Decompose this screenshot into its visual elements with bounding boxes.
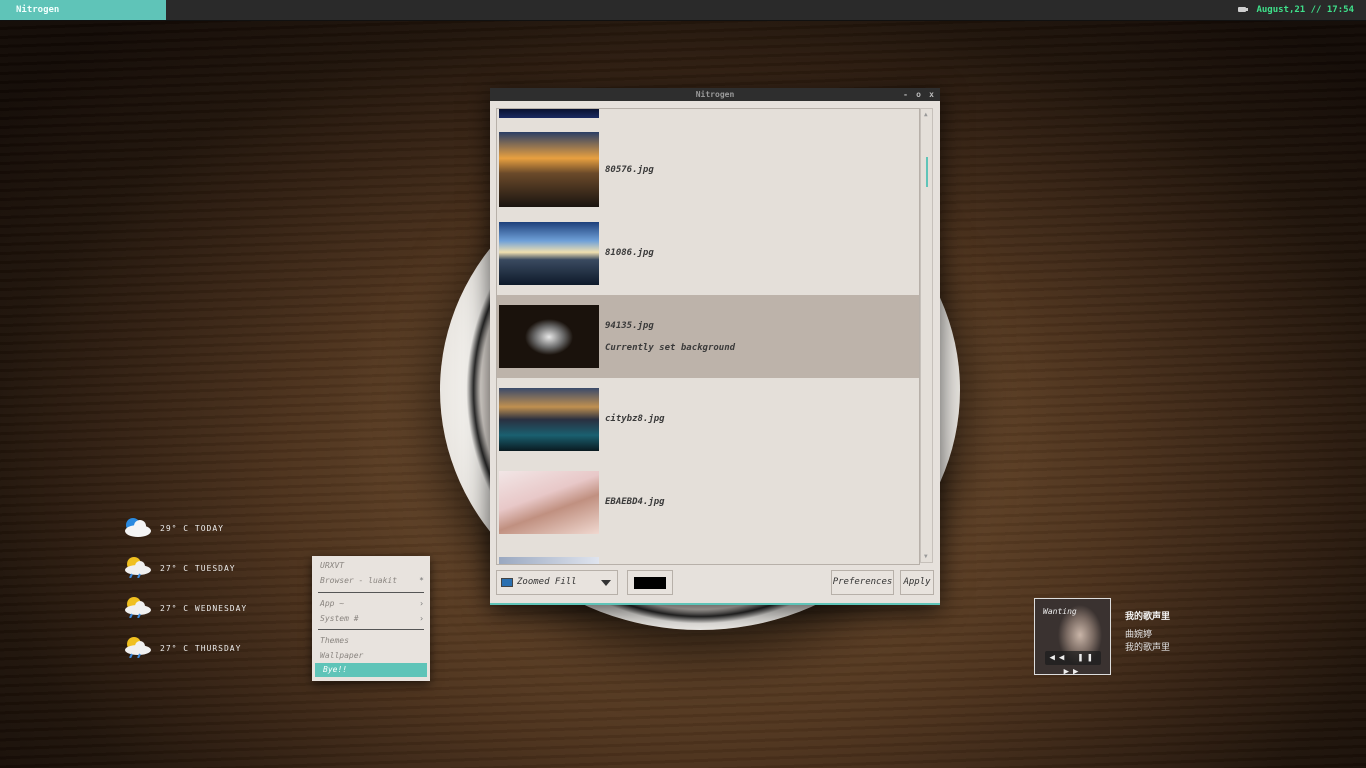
scroll-up-arrow-icon[interactable]: ▲ (924, 111, 928, 118)
window-title: Nitrogen (695, 90, 735, 99)
menu-item-browser[interactable]: Browser - luakit * (312, 574, 430, 588)
menu-item-marker: * (419, 576, 424, 585)
file-name: EBAEBD4.jpg (605, 497, 665, 507)
track-title: 我的歌声里 (1125, 612, 1171, 622)
battery-icon (1238, 7, 1248, 12)
menu-separator (318, 629, 424, 630)
wallpaper-thumbnail (499, 557, 599, 564)
window-accent-border (490, 603, 940, 605)
maximize-button[interactable]: o (916, 88, 921, 101)
cloud-sun-icon (125, 518, 151, 537)
list-item-partial[interactable] (497, 557, 919, 564)
wallpaper-thumbnail (499, 305, 599, 368)
album-cover-text: Wanting (1043, 607, 1077, 616)
close-button[interactable]: x (929, 88, 934, 101)
nitrogen-window: Nitrogen - o x 80576.jpg 81086.jpg 94135… (490, 88, 940, 605)
playback-controls[interactable]: ◀◀ ❚❚ ▶▶ (1045, 651, 1101, 677)
menu-separator (318, 592, 424, 593)
list-item[interactable]: 81086.jpg (497, 212, 919, 295)
weather-label: 27° C THURSDAY (160, 644, 242, 653)
list-item-selected[interactable]: 94135.jpg Currently set background (497, 295, 919, 378)
zoom-mode-value: Zoomed Fill (517, 577, 577, 587)
menu-item-label: App ~ (320, 599, 345, 608)
weather-tuesday: 27° C TUESDAY (122, 554, 282, 584)
file-name: 80576.jpg (605, 165, 654, 175)
current-background-note: Currently set background (605, 343, 736, 353)
list-item[interactable]: citybz8.jpg (497, 378, 919, 461)
track-album: 我的歌声里 (1125, 643, 1171, 653)
clock: August,21 // 17:54 (1256, 5, 1354, 15)
weather-label: 27° C WEDNESDAY (160, 604, 248, 613)
menu-item-label: System # (320, 614, 359, 623)
album-cover: Wanting ◀◀ ❚❚ ▶▶ (1034, 598, 1111, 677)
list-scrollbar[interactable]: ▲ ▼ (920, 108, 933, 563)
root-menu: URXVT Browser - luakit * App ~ › System … (312, 556, 430, 681)
file-name: citybz8.jpg (605, 414, 665, 424)
weather-wednesday: 27° C WEDNESDAY (122, 594, 282, 624)
scroll-down-arrow-icon[interactable]: ▼ (924, 553, 928, 560)
image-mode-icon (501, 578, 513, 587)
file-name: 94135.jpg (605, 321, 654, 331)
menu-item-themes[interactable]: Themes (312, 634, 430, 648)
background-color-button[interactable] (627, 570, 673, 595)
menu-item-system[interactable]: System # › (312, 612, 430, 626)
sun-cloud-rain-icon (125, 597, 151, 618)
menu-item-bye[interactable]: Bye!! (315, 663, 427, 677)
menu-item-app[interactable]: App ~ › (312, 597, 430, 611)
sun-cloud-rain-icon (125, 637, 151, 658)
menu-item-wallpaper[interactable]: Wallpaper (312, 649, 430, 663)
apply-button[interactable]: Apply (900, 570, 934, 595)
wallpaper-thumbnail (499, 132, 599, 207)
wallpaper-thumbnail (499, 222, 599, 285)
menu-item-label: Themes (320, 636, 349, 645)
wallpaper-thumbnail (499, 471, 599, 534)
file-name: 81086.jpg (605, 248, 654, 258)
window-titlebar[interactable]: Nitrogen - o x (490, 88, 940, 101)
wallpaper-thumbnail (499, 109, 599, 118)
active-window-tag[interactable]: Nitrogen (0, 0, 166, 20)
weather-today: 29° C TODAY (122, 514, 282, 544)
submenu-arrow-icon: › (419, 614, 424, 623)
color-swatch (634, 577, 666, 589)
menu-item-label: URXVT (320, 561, 345, 570)
list-item[interactable]: EBAEBD4.jpg (497, 461, 919, 544)
window-controls-bar: Zoomed Fill Preferences Apply (490, 566, 940, 603)
menu-item-label: Wallpaper (320, 651, 364, 660)
preferences-button[interactable]: Preferences (831, 570, 894, 595)
list-item-partial[interactable] (497, 109, 919, 121)
list-item[interactable]: 80576.jpg (497, 129, 919, 212)
zoom-mode-select[interactable]: Zoomed Fill (496, 570, 618, 595)
menu-item-label: Bye!! (323, 665, 348, 674)
scrollbar-thumb[interactable] (926, 157, 928, 187)
wallpaper-list[interactable]: 80576.jpg 81086.jpg 94135.jpg Currently … (496, 108, 920, 565)
minimize-button[interactable]: - (903, 88, 908, 101)
submenu-arrow-icon: › (419, 599, 424, 608)
menu-item-urxvt[interactable]: URXVT (312, 559, 430, 573)
wallpaper-thumbnail (499, 388, 599, 451)
track-artist: 曲婉婷 (1125, 630, 1153, 640)
top-panel: Nitrogen August,21 // 17:54 (0, 0, 1366, 21)
weather-thursday: 27° C THURSDAY (122, 634, 282, 664)
weather-label: 27° C TUESDAY (160, 564, 236, 573)
menu-item-label: Browser - luakit (320, 576, 398, 585)
chevron-down-icon (601, 580, 611, 586)
sun-cloud-rain-icon (125, 557, 151, 578)
weather-label: 29° C TODAY (160, 524, 224, 533)
